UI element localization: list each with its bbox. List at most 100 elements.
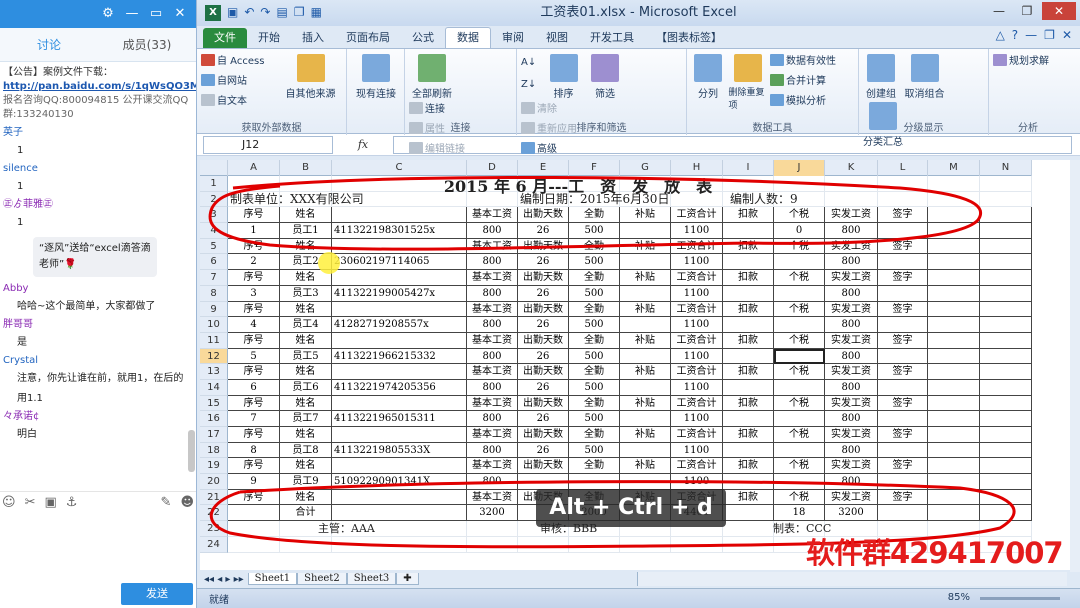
cell[interactable] xyxy=(825,191,878,208)
sheet-tab-3[interactable]: Sheet3 xyxy=(346,573,397,585)
cell[interactable] xyxy=(980,254,1032,271)
tab-page-layout[interactable]: 页面布局 xyxy=(335,28,401,48)
cell[interactable] xyxy=(671,536,723,553)
cell[interactable]: 序号 xyxy=(228,427,280,443)
cell[interactable]: 序号 xyxy=(228,364,280,380)
column-header[interactable]: D xyxy=(467,160,518,176)
cell[interactable]: 序号 xyxy=(228,458,280,475)
cell[interactable]: 26 xyxy=(518,285,569,302)
cell[interactable]: 工资合计 xyxy=(671,238,723,255)
cell[interactable]: 扣款 xyxy=(723,395,774,412)
cell[interactable] xyxy=(332,395,467,412)
cell[interactable] xyxy=(569,536,620,553)
collapse-ribbon-icon[interactable]: △ xyxy=(996,28,1005,42)
cell[interactable]: 800 xyxy=(825,348,878,365)
column-header[interactable]: E xyxy=(518,160,569,176)
cell[interactable]: 1100 xyxy=(671,442,723,459)
cell[interactable]: 扣款 xyxy=(723,270,774,286)
cell[interactable]: 补贴 xyxy=(620,332,671,349)
undo-icon[interactable]: ↶ xyxy=(244,5,254,21)
cell[interactable] xyxy=(774,317,825,333)
cell[interactable]: 出勤天数 xyxy=(518,207,569,224)
cell[interactable] xyxy=(878,254,928,271)
cell[interactable]: 签字 xyxy=(878,364,928,380)
cell[interactable]: 26 xyxy=(518,442,569,459)
edit-links-button[interactable]: 编辑链接 xyxy=(409,140,465,160)
cell[interactable]: 合计 xyxy=(280,505,332,522)
cell[interactable] xyxy=(980,191,1032,208)
cell[interactable] xyxy=(980,301,1032,318)
cell[interactable]: 序号 xyxy=(228,207,280,224)
select-all-corner[interactable] xyxy=(200,160,228,176)
cell[interactable]: 1100 xyxy=(671,379,723,396)
cell[interactable] xyxy=(928,223,980,239)
cell[interactable] xyxy=(332,301,467,318)
column-header[interactable]: F xyxy=(569,160,620,176)
tab-data[interactable]: 数据 xyxy=(445,27,491,48)
row-header[interactable]: 17 xyxy=(200,427,228,443)
row-header[interactable]: 16 xyxy=(200,411,228,427)
msg-author[interactable]: Crystal xyxy=(3,353,193,369)
cell[interactable] xyxy=(980,207,1032,224)
cell[interactable]: 签字 xyxy=(878,207,928,224)
cell[interactable]: 个税 xyxy=(774,301,825,318)
row-header[interactable]: 6 xyxy=(200,254,228,271)
cell[interactable]: 6 xyxy=(228,379,280,396)
close-icon[interactable]: ✕ xyxy=(168,0,192,28)
cell[interactable] xyxy=(723,285,774,302)
cell[interactable] xyxy=(723,442,774,459)
cell[interactable]: 出勤天数 xyxy=(518,458,569,475)
cell[interactable]: 出勤天数 xyxy=(518,238,569,255)
cell[interactable]: 41132219900542​7x xyxy=(332,285,467,302)
cell[interactable]: 基本工资 xyxy=(467,301,518,318)
cell[interactable]: 序号 xyxy=(228,332,280,349)
paste-icon[interactable]: ▦ xyxy=(311,5,322,21)
cell[interactable] xyxy=(878,442,928,459)
cell[interactable]: 1100 xyxy=(671,317,723,333)
cell[interactable] xyxy=(620,442,671,459)
print-icon[interactable]: ▤ xyxy=(276,5,287,21)
cell[interactable]: 800 xyxy=(825,411,878,427)
cell[interactable]: 扣款 xyxy=(723,458,774,475)
row-header[interactable]: 22 xyxy=(200,505,228,522)
existing-connections-button[interactable]: 现有连接 xyxy=(351,52,401,100)
cell[interactable]: 800 xyxy=(467,379,518,396)
cell[interactable]: 800 xyxy=(467,317,518,333)
cell[interactable] xyxy=(332,238,467,255)
from-text-button[interactable]: 自文本 xyxy=(201,92,277,112)
column-header[interactable]: L xyxy=(878,160,928,176)
cell[interactable]: 工资合计 xyxy=(671,332,723,349)
row-header[interactable]: 24 xyxy=(200,536,228,553)
remove-duplicates-button[interactable]: 删除重复项 xyxy=(729,52,767,111)
cell[interactable] xyxy=(332,489,467,506)
cell[interactable] xyxy=(980,379,1032,396)
cell[interactable]: 全勤 xyxy=(569,364,620,380)
what-if-button[interactable]: 模拟分析 xyxy=(770,92,836,112)
cell[interactable]: 9 xyxy=(228,474,280,490)
cell[interactable]: 扣款 xyxy=(723,489,774,506)
data-validation-button[interactable]: 数据有效性 xyxy=(770,52,836,72)
cell[interactable]: 26 xyxy=(518,348,569,365)
tab-view[interactable]: 视图 xyxy=(535,28,579,48)
cell[interactable]: 扣款 xyxy=(723,364,774,380)
cell[interactable]: 工资合计 xyxy=(671,395,723,412)
cell[interactable] xyxy=(980,458,1032,475)
cell[interactable]: 全勤 xyxy=(569,270,620,286)
cell[interactable]: 姓名 xyxy=(280,207,332,224)
cell[interactable]: 3 xyxy=(228,285,280,302)
tab-insert[interactable]: 插入 xyxy=(291,28,335,48)
cell[interactable] xyxy=(980,411,1032,427)
cell[interactable]: 500 xyxy=(569,411,620,427)
row-header[interactable]: 11 xyxy=(200,332,228,349)
cell[interactable]: 实发工资 xyxy=(825,207,878,224)
close-icon[interactable]: ✕ xyxy=(1062,28,1072,42)
cell[interactable]: 全勤 xyxy=(569,332,620,349)
cell[interactable]: 3200 xyxy=(467,505,518,522)
cell[interactable]: 实发工资 xyxy=(825,395,878,412)
column-header[interactable]: K xyxy=(825,160,878,176)
cell[interactable]: 800 xyxy=(467,285,518,302)
cell[interactable] xyxy=(671,191,723,208)
cell[interactable] xyxy=(723,348,774,365)
cell[interactable] xyxy=(774,442,825,459)
cell[interactable]: 1100 xyxy=(671,474,723,490)
